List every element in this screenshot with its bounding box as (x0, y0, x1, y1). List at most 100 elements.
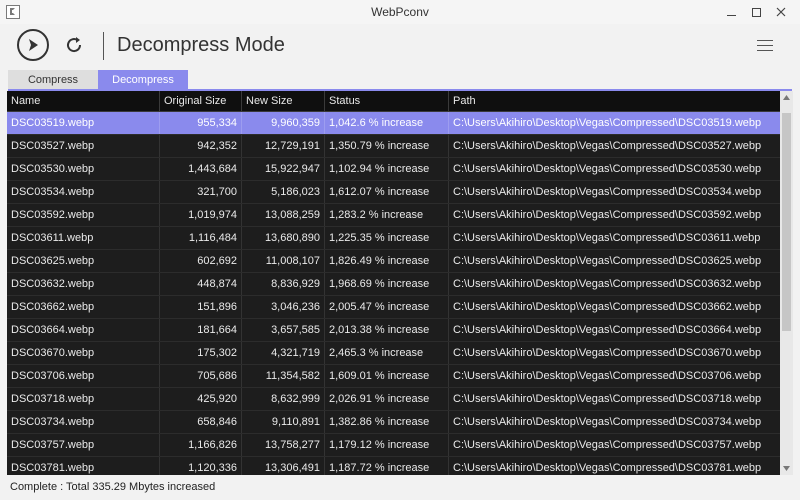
title-bar: WebPconv (0, 0, 800, 24)
cell-new-size: 13,088,259 (242, 204, 325, 226)
cell-status: 1,225.35 % increase (325, 227, 449, 249)
cell-status: 1,382.86 % increase (325, 411, 449, 433)
cell-path: C:\Users\Akihiro\Desktop\Vegas\Compresse… (453, 439, 762, 451)
table-row[interactable]: DSC03632.webp 448,874 8,836,929 1,968.69 % … (7, 273, 780, 296)
cell-original-size: 175,302 (160, 342, 242, 364)
cell-name: DSC03625.webp (7, 250, 160, 272)
cell-original-size: 955,334 (160, 112, 242, 134)
cell-status: 1,187.72 % increase (325, 457, 449, 475)
cell-new-size: 4,321,719 (242, 342, 325, 364)
cell-path: C:\Users\Akihiro\Desktop\Vegas\Compresse… (453, 416, 762, 428)
table-row[interactable]: DSC03530.webp 1,443,684 15,922,947 1,102.94… (7, 158, 780, 181)
cell-original-size: 705,686 (160, 365, 242, 387)
scroll-thumb[interactable] (782, 113, 791, 331)
table-row[interactable]: DSC03781.webp 1,120,336 13,306,491 1,187.72… (7, 457, 780, 475)
cell-path: C:\Users\Akihiro\Desktop\Vegas\Compresse… (453, 324, 762, 336)
table-row[interactable]: DSC03670.webp 175,302 4,321,719 2,465.3 % i… (7, 342, 780, 365)
cell-original-size: 1,120,336 (160, 457, 242, 475)
minimize-button[interactable] (720, 2, 742, 22)
cell-new-size: 9,110,891 (242, 411, 325, 433)
refresh-icon (67, 37, 82, 53)
cell-status: 1,283.2 % increase (325, 204, 449, 226)
cell-status: 2,013.38 % increase (325, 319, 449, 341)
cell-name: DSC03592.webp (7, 204, 160, 226)
cell-status: 1,612.07 % increase (325, 181, 449, 203)
cell-original-size: 658,846 (160, 411, 242, 433)
cell-new-size: 9,960,359 (242, 112, 325, 134)
table-header: Name Original Size New Size Status Path (7, 91, 780, 112)
cell-new-size: 11,008,107 (242, 250, 325, 272)
cell-original-size: 602,692 (160, 250, 242, 272)
cell-name: DSC03527.webp (7, 135, 160, 157)
cell-new-size: 8,632,999 (242, 388, 325, 410)
cell-new-size: 5,186,023 (242, 181, 325, 203)
table-row[interactable]: DSC03664.webp 181,664 3,657,585 2,013.38 % … (7, 319, 780, 342)
cell-path: C:\Users\Akihiro\Desktop\Vegas\Compresse… (453, 462, 762, 474)
table-row[interactable]: DSC03611.webp 1,116,484 13,680,890 1,225.35… (7, 227, 780, 250)
cell-new-size: 11,354,582 (242, 365, 325, 387)
column-header-original-size[interactable]: Original Size (160, 91, 242, 112)
cell-status: 1,609.01 % increase (325, 365, 449, 387)
cell-status: 1,826.49 % increase (325, 250, 449, 272)
cell-new-size: 13,680,890 (242, 227, 325, 249)
table-row[interactable]: DSC03662.webp 151,896 3,046,236 2,005.47 % … (7, 296, 780, 319)
table-row[interactable]: DSC03706.webp 705,686 11,354,582 1,609.01 %… (7, 365, 780, 388)
cell-status: 1,968.69 % increase (325, 273, 449, 295)
cell-original-size: 1,166,826 (160, 434, 242, 456)
scroll-down-button[interactable] (780, 462, 793, 475)
minimize-icon (726, 14, 736, 16)
status-text: Complete : Total 335.29 Mbytes increased (10, 481, 216, 493)
cell-path: C:\Users\Akihiro\Desktop\Vegas\Compresse… (453, 370, 762, 382)
table-row[interactable]: DSC03519.webp 955,334 9,960,359 1,042.6 % i… (7, 112, 780, 135)
cell-status: 2,026.91 % increase (325, 388, 449, 410)
close-button[interactable] (770, 2, 792, 22)
column-header-path[interactable]: Path (449, 91, 780, 112)
cell-original-size: 151,896 (160, 296, 242, 318)
cell-path: C:\Users\Akihiro\Desktop\Vegas\Compresse… (453, 232, 761, 244)
cell-name: DSC03757.webp (7, 434, 160, 456)
cell-path: C:\Users\Akihiro\Desktop\Vegas\Compresse… (453, 140, 762, 152)
refresh-button[interactable] (62, 33, 86, 57)
column-header-status[interactable]: Status (325, 91, 449, 112)
chevron-down-icon (783, 466, 790, 471)
cell-name: DSC03632.webp (7, 273, 160, 295)
cell-name: DSC03718.webp (7, 388, 160, 410)
table-row[interactable]: DSC03718.webp 425,920 8,632,999 2,026.91 % … (7, 388, 780, 411)
cell-path: C:\Users\Akihiro\Desktop\Vegas\Compresse… (453, 163, 762, 175)
column-header-name[interactable]: Name (7, 91, 160, 112)
table-row[interactable]: DSC03527.webp 942,352 12,729,191 1,350.79 %… (7, 135, 780, 158)
table-row[interactable]: DSC03734.webp 658,846 9,110,891 1,382.86 % … (7, 411, 780, 434)
cell-name: DSC03519.webp (7, 112, 160, 134)
cell-name: DSC03781.webp (7, 457, 160, 475)
cell-original-size: 321,700 (160, 181, 242, 203)
tab-compress[interactable]: Compress (8, 70, 98, 90)
toolbar-divider (103, 32, 104, 60)
hamburger-menu-button[interactable] (757, 40, 773, 52)
cell-status: 2,005.47 % increase (325, 296, 449, 318)
column-header-new-size[interactable]: New Size (242, 91, 325, 112)
maximize-button[interactable] (745, 2, 767, 22)
cell-original-size: 425,920 (160, 388, 242, 410)
table-row[interactable]: DSC03757.webp 1,166,826 13,758,277 1,179.12… (7, 434, 780, 457)
cell-original-size: 181,664 (160, 319, 242, 341)
run-button[interactable] (17, 29, 49, 61)
cell-new-size: 12,729,191 (242, 135, 325, 157)
vertical-scrollbar[interactable] (780, 91, 793, 475)
maximize-icon (751, 7, 761, 17)
cell-status: 1,350.79 % increase (325, 135, 449, 157)
cell-name: DSC03664.webp (7, 319, 160, 341)
cell-name: DSC03530.webp (7, 158, 160, 180)
cell-new-size: 8,836,929 (242, 273, 325, 295)
cell-original-size: 942,352 (160, 135, 242, 157)
cell-original-size: 1,443,684 (160, 158, 242, 180)
scroll-up-button[interactable] (780, 91, 793, 104)
cell-path: C:\Users\Akihiro\Desktop\Vegas\Compresse… (453, 393, 762, 405)
table-row[interactable]: DSC03625.webp 602,692 11,008,107 1,826.49 %… (7, 250, 780, 273)
table-row[interactable]: DSC03592.webp 1,019,974 13,088,259 1,283.2 … (7, 204, 780, 227)
cell-status: 1,102.94 % increase (325, 158, 449, 180)
cell-new-size: 13,306,491 (242, 457, 325, 475)
cell-name: DSC03734.webp (7, 411, 160, 433)
table-row[interactable]: DSC03534.webp 321,700 5,186,023 1,612.07 % … (7, 181, 780, 204)
close-icon (776, 7, 786, 17)
tab-decompress[interactable]: Decompress (98, 70, 188, 90)
